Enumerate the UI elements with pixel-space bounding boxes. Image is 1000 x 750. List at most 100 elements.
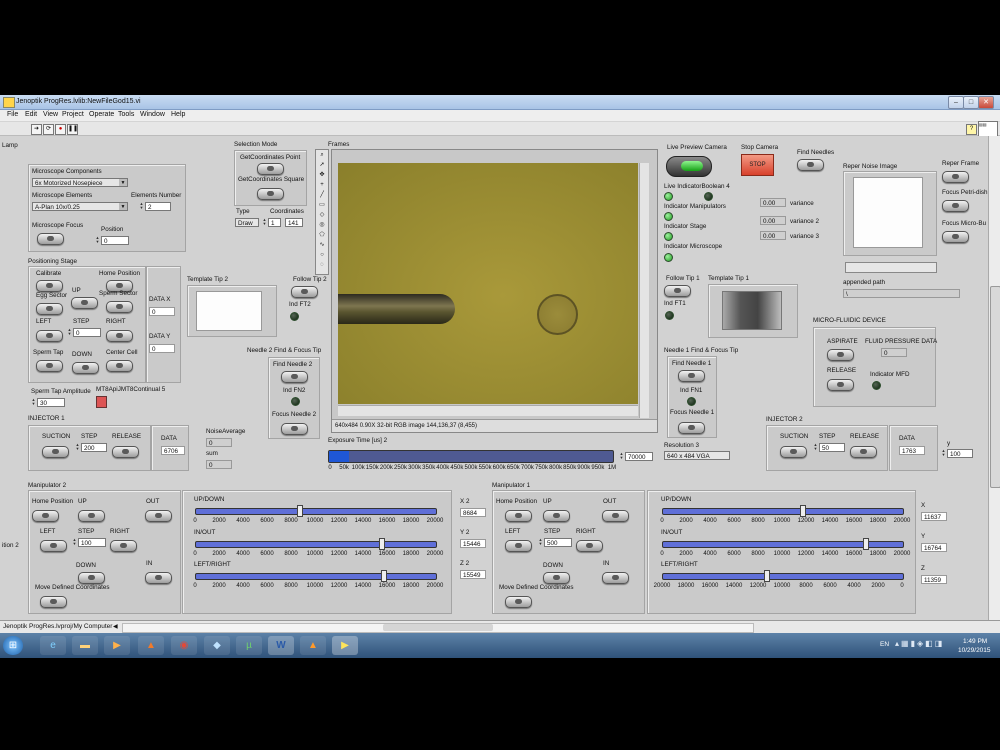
exposure-field[interactable]: 70000 bbox=[625, 452, 653, 461]
manip2-left-button[interactable] bbox=[40, 540, 67, 552]
sperm-tap-button[interactable] bbox=[36, 360, 63, 372]
center-cell-button[interactable] bbox=[106, 360, 133, 372]
manip1-updown-slider[interactable] bbox=[662, 505, 904, 517]
manip2-home-button[interactable] bbox=[32, 510, 59, 522]
focus-micro-button[interactable] bbox=[942, 231, 969, 243]
panel-scroll-thumb[interactable] bbox=[990, 286, 1000, 488]
left-button[interactable] bbox=[36, 330, 63, 342]
line-icon[interactable]: ╱ bbox=[320, 192, 324, 198]
manip1-inout-slider[interactable] bbox=[662, 538, 904, 550]
focus-needle1-button[interactable] bbox=[678, 422, 705, 434]
find-needle1-button[interactable] bbox=[678, 370, 705, 382]
pause-icon[interactable]: ❚❚ bbox=[67, 124, 78, 135]
resolution-field[interactable]: 640 x 484 VGA bbox=[664, 451, 730, 460]
manip1-step-field[interactable]: 500 bbox=[544, 538, 572, 547]
tray-icons[interactable]: ▴▦▮◈◧◨ bbox=[895, 639, 944, 648]
step-spinner[interactable]: ▲ ▼ bbox=[67, 328, 72, 337]
injector1-release-button[interactable] bbox=[112, 446, 139, 458]
media-player-icon[interactable]: ▶ bbox=[104, 636, 130, 655]
language-indicator[interactable]: EN bbox=[880, 641, 889, 648]
pointer-icon[interactable]: ➚ bbox=[319, 162, 324, 168]
horizontal-scroll-thumb[interactable] bbox=[383, 624, 493, 631]
egg-sector-button[interactable] bbox=[36, 303, 63, 315]
vlc-icon[interactable]: ▲ bbox=[300, 636, 326, 655]
menu-tools[interactable]: Tools bbox=[118, 111, 134, 118]
manip1-home-button[interactable] bbox=[505, 510, 532, 522]
maximize-button[interactable]: □ bbox=[963, 96, 979, 109]
exposure-slider[interactable] bbox=[328, 450, 614, 463]
injector2-release-button[interactable] bbox=[850, 446, 877, 458]
run-arrow-icon[interactable]: ➜ bbox=[31, 124, 42, 135]
injector1-suction-button[interactable] bbox=[42, 446, 69, 458]
manip1-leftright-slider[interactable] bbox=[662, 570, 904, 582]
menu-view[interactable]: View bbox=[43, 111, 58, 118]
manip2-inout-slider[interactable] bbox=[195, 538, 437, 550]
live-preview-button[interactable] bbox=[666, 156, 712, 177]
menu-window[interactable]: Window bbox=[140, 111, 165, 118]
manip1-leftright-thumb[interactable] bbox=[764, 570, 771, 582]
amplitude-field[interactable]: 30 bbox=[37, 398, 65, 407]
explorer-icon[interactable]: ▬ bbox=[72, 636, 98, 655]
manip2-updown-thumb[interactable] bbox=[297, 505, 304, 517]
minimize-button[interactable]: ‒ bbox=[948, 96, 964, 109]
manip2-updown-slider[interactable] bbox=[195, 505, 437, 517]
manip1-left-button[interactable] bbox=[505, 540, 532, 552]
manip1-up-button[interactable] bbox=[543, 510, 570, 522]
manip1-in-button[interactable] bbox=[602, 572, 629, 584]
manip1-out-button[interactable] bbox=[602, 510, 629, 522]
manip1-right-button[interactable] bbox=[576, 540, 603, 552]
rotated-rect-icon[interactable]: ◇ bbox=[320, 212, 325, 218]
calibrate-button[interactable] bbox=[36, 280, 63, 292]
word-icon[interactable]: W bbox=[268, 636, 294, 655]
menu-help[interactable]: Help bbox=[171, 111, 185, 118]
polygon-icon[interactable]: ⬠ bbox=[319, 232, 324, 238]
elements-number-field[interactable]: 2 bbox=[145, 202, 171, 211]
elements-number-spinner[interactable]: ▲ ▼ bbox=[139, 202, 144, 211]
get-point-button[interactable] bbox=[257, 163, 284, 175]
manip1-inout-thumb[interactable] bbox=[862, 538, 869, 550]
manip2-step-field[interactable]: 100 bbox=[78, 538, 106, 547]
run-continuous-icon[interactable]: ⟳ bbox=[43, 124, 54, 135]
exposure-spinner[interactable]: ▲ ▼ bbox=[619, 452, 624, 461]
zoom-icon[interactable]: ⌕ bbox=[320, 152, 323, 158]
down-button[interactable] bbox=[72, 362, 99, 374]
oval-icon[interactable]: ○ bbox=[320, 252, 324, 258]
manip1-down-button[interactable] bbox=[543, 572, 570, 584]
circle-icon[interactable]: ◌ bbox=[320, 262, 324, 268]
camera-image[interactable] bbox=[338, 163, 638, 404]
labview-icon[interactable]: ▶ bbox=[332, 636, 358, 655]
position-spinner[interactable]: ▲ ▼ bbox=[95, 236, 100, 245]
reper-noise-scrollbar[interactable] bbox=[845, 262, 937, 273]
coordinates-spinner[interactable]: ▲ ▼ bbox=[262, 218, 267, 227]
manip2-down-button[interactable] bbox=[78, 572, 105, 584]
find-needle2-button[interactable] bbox=[281, 371, 308, 383]
right-button[interactable] bbox=[106, 330, 133, 342]
aspirate-button[interactable] bbox=[827, 349, 854, 361]
injector2-step-field[interactable]: 50 bbox=[819, 443, 845, 452]
manip2-in-button[interactable] bbox=[145, 572, 172, 584]
utorrent-icon[interactable]: µ bbox=[236, 636, 262, 655]
injector1-step-field[interactable]: 200 bbox=[81, 443, 107, 452]
manip1-updown-thumb[interactable] bbox=[800, 505, 807, 517]
help-icon[interactable]: ? bbox=[966, 124, 977, 135]
menu-operate[interactable]: Operate bbox=[89, 111, 114, 118]
panel-vertical-scrollbar[interactable] bbox=[988, 136, 1000, 620]
horizontal-panel-scrollbar[interactable] bbox=[122, 623, 754, 633]
rectangle-icon[interactable]: ▭ bbox=[319, 202, 325, 208]
pan-icon[interactable]: ✥ bbox=[319, 172, 324, 178]
up-button[interactable] bbox=[71, 297, 98, 309]
tool-icon[interactable]: ◆ bbox=[204, 636, 230, 655]
get-square-button[interactable] bbox=[257, 188, 284, 200]
manip2-right-button[interactable] bbox=[110, 540, 137, 552]
manip2-step-spinner[interactable]: ▲ ▼ bbox=[72, 538, 77, 547]
ie-icon[interactable]: e bbox=[40, 636, 66, 655]
reper-frame-button[interactable] bbox=[942, 171, 969, 183]
clock-time[interactable]: 1:49 PM bbox=[963, 638, 987, 645]
type-field[interactable]: Draw bbox=[235, 218, 259, 227]
status-scroll-left-icon[interactable]: ◀ bbox=[113, 623, 118, 630]
focus-petri-button[interactable] bbox=[942, 200, 969, 212]
injector1-step-spinner[interactable]: ▲ ▼ bbox=[75, 443, 80, 452]
manip2-leftright-thumb[interactable] bbox=[381, 570, 388, 582]
manip2-out-button[interactable] bbox=[145, 510, 172, 522]
injector2-y-field[interactable]: 100 bbox=[947, 449, 973, 458]
